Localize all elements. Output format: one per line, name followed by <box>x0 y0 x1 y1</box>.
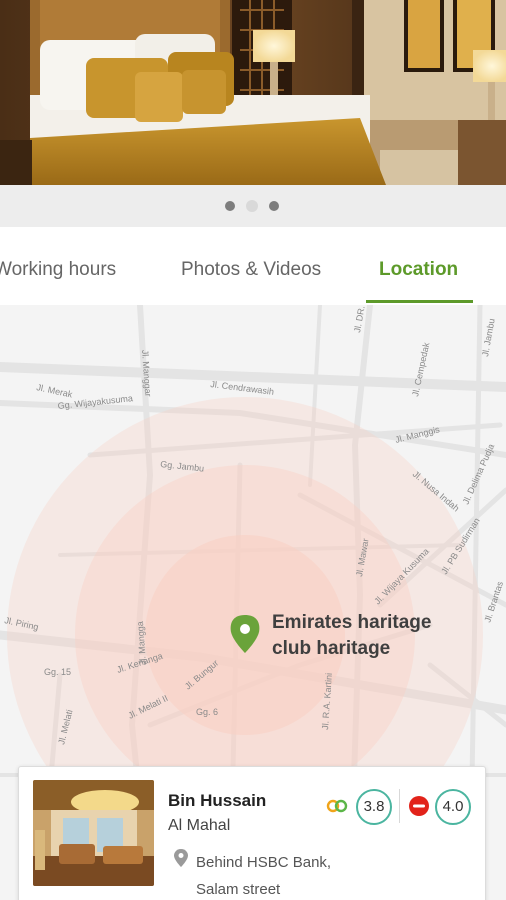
tripadvisor-rating-badge: 3.8 <box>356 789 392 825</box>
venue-card[interactable]: Bin Hussain Al Mahal Behind HSBC Bank, S… <box>18 766 486 900</box>
street-label: Gg. 15 <box>44 667 71 677</box>
tab-photos-videos[interactable]: Photos & Videos <box>181 259 321 281</box>
hotel-room-photo[interactable] <box>0 0 506 185</box>
street-label: Gg. 6 <box>196 707 218 717</box>
zomato-rating-badge: 4.0 <box>435 789 471 825</box>
street-label: Jl. Cempedak <box>410 341 431 397</box>
gallery-pager <box>0 185 506 227</box>
active-tab-indicator <box>366 300 473 303</box>
rating-divider <box>399 789 400 823</box>
street-label: Jl. Jambu <box>480 318 497 358</box>
zomato-icon <box>409 796 429 816</box>
tripadvisor-icon <box>326 799 348 813</box>
tab-working-hours[interactable]: Working hours <box>0 259 116 281</box>
pager-dot-2-active[interactable] <box>246 200 258 212</box>
place-name-label[interactable]: Emirates haritage club haritage <box>272 610 462 662</box>
tab-location[interactable]: Location <box>379 259 458 281</box>
venue-name[interactable]: Bin Hussain <box>168 791 266 811</box>
street-label: Jl. Merak <box>36 382 74 399</box>
venue-subtitle: Al Mahal <box>168 817 231 834</box>
pager-dot-3[interactable] <box>269 201 279 211</box>
pager-dot-1[interactable] <box>225 201 235 211</box>
address-pin-icon <box>174 849 188 867</box>
tab-bar: Working hours Photos & Videos Location <box>0 227 506 305</box>
venue-thumbnail[interactable] <box>33 780 154 886</box>
venue-address: Behind HSBC Bank, Salam street <box>196 854 332 898</box>
